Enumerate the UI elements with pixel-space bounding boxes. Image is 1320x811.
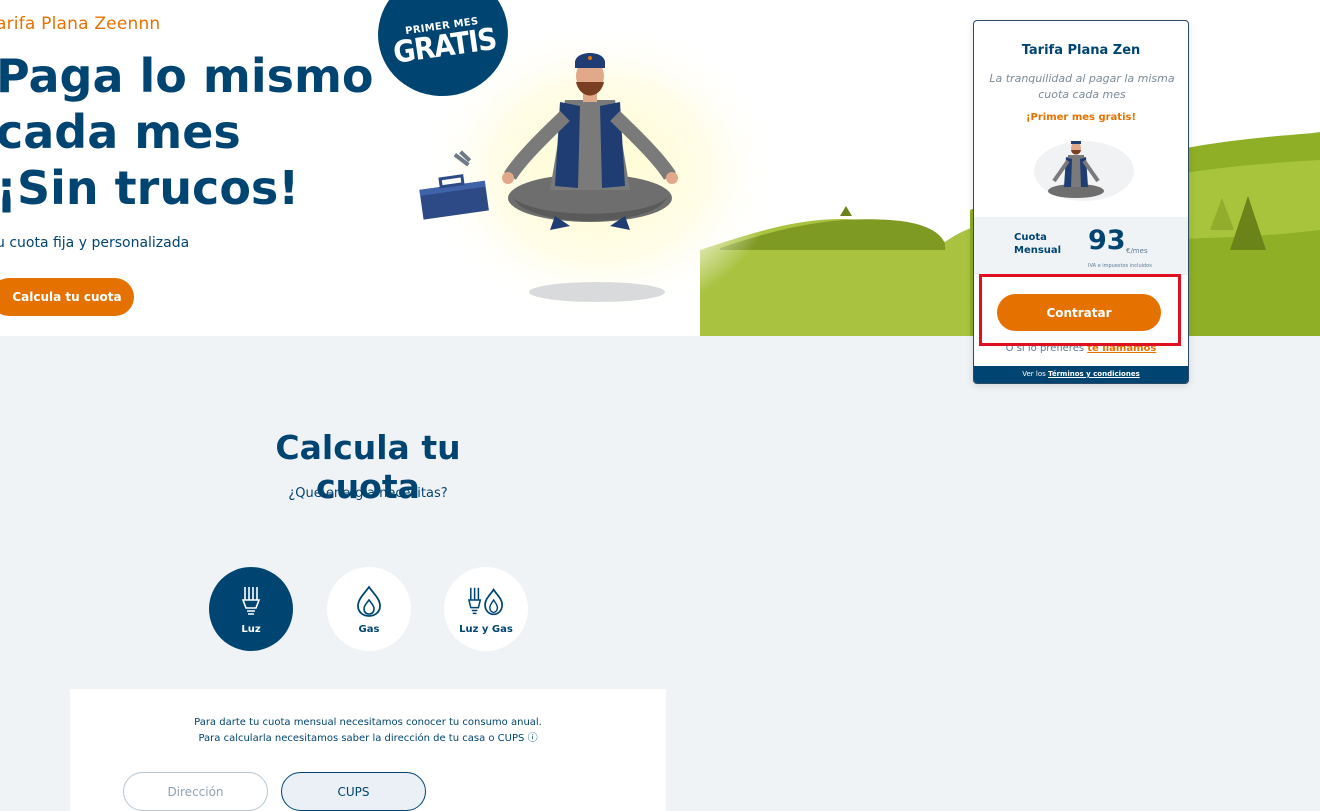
energy-option-luz-gas[interactable]: Luz y Gas	[444, 567, 528, 651]
tab-direccion[interactable]: Dirección	[123, 772, 268, 811]
contract-button[interactable]: Contratar	[997, 294, 1161, 331]
card-promo: ¡Primer mes gratis!	[1025, 112, 1137, 123]
hero-eyebrow: arifa Plana Zeennn	[0, 14, 161, 34]
hero-title: Paga lo mismo cada mes ¡Sin trucos!	[0, 48, 374, 216]
calculate-quota-button[interactable]: Calcula tu cuota	[0, 278, 134, 316]
energy-option-luz[interactable]: Luz	[209, 567, 293, 651]
energy-option-label: Luz	[241, 623, 261, 635]
hero-subtitle: u cuota fija y personalizada	[0, 235, 190, 251]
hero-title-line: ¡Sin trucos!	[0, 161, 300, 215]
callback-line: O si lo prefieres te llamamos	[974, 343, 1188, 354]
energy-option-label: Gas	[358, 623, 380, 635]
bulb-flame-icon	[467, 587, 504, 615]
energy-option-gas[interactable]: Gas	[327, 567, 411, 651]
hero-title-line: cada mes	[0, 105, 241, 159]
info-text: Para darte tu cuota mensual necesitamos …	[70, 715, 666, 747]
info-line: Para darte tu cuota mensual necesitamos …	[194, 717, 542, 728]
tab-cups[interactable]: CUPS	[281, 772, 426, 811]
price-value: 93	[1088, 225, 1126, 256]
price-unit: €/mes	[1126, 247, 1148, 255]
card-title: Tarifa Plana Zen	[1021, 43, 1141, 58]
info-line-2: Para calcularla necesitamos saber la dir…	[70, 731, 666, 747]
price-box: Cuota Mensual 93 €/mes IVA e impuestos i…	[974, 217, 1188, 275]
consumption-info-panel: Para darte tu cuota mensual necesitamos …	[70, 689, 666, 811]
hero-title-line: Paga lo mismo	[0, 49, 374, 103]
bulb-icon	[241, 586, 261, 615]
info-icon[interactable]: ⓘ	[528, 733, 538, 744]
callback-link[interactable]: te llamamos	[1087, 343, 1156, 354]
card-technician-illustration	[1034, 141, 1134, 201]
calculator-subtitle: ¿Qué energía necesitas?	[288, 486, 448, 501]
callback-prefix: O si lo prefieres	[1005, 343, 1085, 354]
product-card: Tarifa Plana Zen La tranquilidad al paga…	[973, 20, 1189, 384]
terms-prefix: Ver los	[1022, 370, 1046, 378]
price-note: IVA e impuestos incluidos	[1088, 263, 1152, 269]
price-label: Cuota Mensual	[1014, 232, 1062, 256]
energy-option-label: Luz y Gas	[459, 623, 513, 635]
flame-icon	[357, 584, 381, 617]
card-description: La tranquilidad al pagar la misma cuota …	[989, 72, 1175, 101]
terms-link[interactable]: Términos y condiciones	[1048, 370, 1140, 378]
info-line-text: Para calcularla necesitamos saber la dir…	[198, 733, 525, 744]
card-footer: Ver los Términos y condiciones	[974, 366, 1188, 383]
